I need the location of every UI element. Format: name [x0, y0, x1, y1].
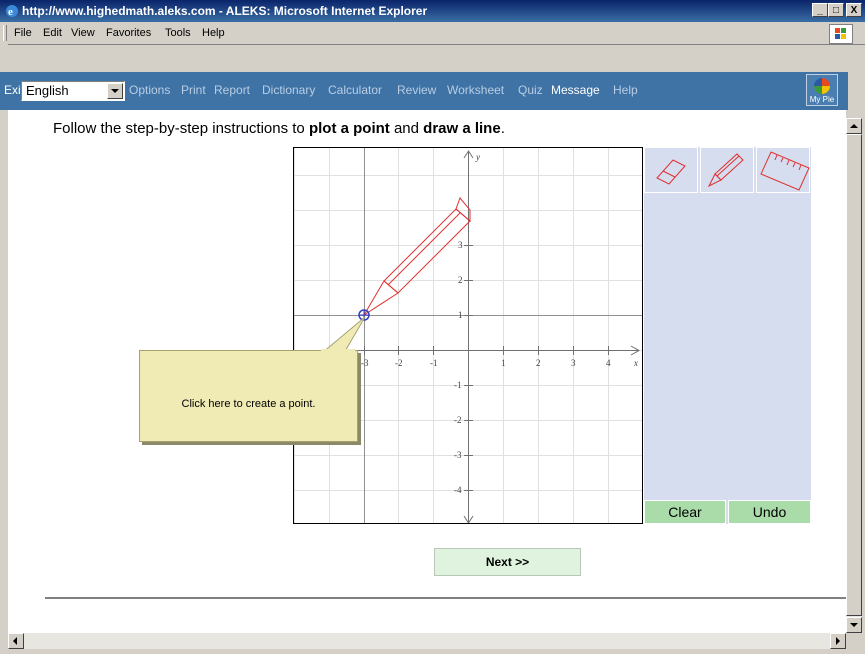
scroll-left-button[interactable] [8, 633, 24, 649]
print-link[interactable]: Print [181, 83, 206, 97]
callout-text: Click here to create a point. [181, 398, 316, 410]
minimize-button[interactable]: _ [812, 3, 828, 17]
my-pie-button[interactable]: My Pie [806, 74, 838, 106]
help-link[interactable]: Help [613, 83, 638, 97]
vertical-scrollbar[interactable] [846, 118, 862, 633]
menu-bar: File Edit View Favorites Tools Help [0, 22, 865, 45]
svg-text:e: e [8, 6, 13, 18]
ruler-icon [760, 151, 810, 191]
review-link[interactable]: Review [397, 83, 436, 97]
window-frame [0, 44, 8, 654]
hint-callout: Click here to create a point. [139, 350, 358, 442]
y-tick-label: 1 [458, 310, 463, 320]
horizontal-scrollbar[interactable] [8, 633, 846, 649]
dictionary-link[interactable]: Dictionary [262, 83, 315, 97]
x-tick-label: -2 [395, 358, 403, 368]
instruction-text: Follow the step-by-step instructions to … [53, 120, 505, 137]
scroll-thumb[interactable] [846, 134, 862, 616]
tool-panel: Clear Undo [644, 147, 811, 524]
divider [45, 597, 846, 599]
scroll-down-button[interactable] [846, 617, 862, 633]
my-pie-label: My Pie [809, 95, 835, 104]
menu-file[interactable]: File [14, 27, 32, 39]
menu-tools[interactable]: Tools [165, 27, 191, 39]
window-title: http://www.highedmath.aleks.com - ALEKS:… [22, 4, 428, 18]
pencil-tool-button[interactable] [700, 147, 754, 193]
calculator-link[interactable]: Calculator [328, 83, 382, 97]
options-link[interactable]: Options [129, 83, 170, 97]
instruction-draw-line: draw a line [423, 120, 501, 137]
message-link[interactable]: Message [551, 83, 600, 97]
x-axis-label: x [633, 358, 638, 368]
y-axis-label: y [475, 152, 480, 162]
x-tick-label: 1 [501, 358, 506, 368]
windows-logo-icon [829, 24, 853, 44]
scrollbar-corner [846, 633, 862, 649]
x-tick-label: 2 [536, 358, 541, 368]
next-button[interactable]: Next >> [434, 548, 581, 576]
x-tick-label: 3 [571, 358, 576, 368]
window-title-bar: e http://www.highedmath.aleks.com - ALEK… [0, 0, 865, 22]
ruler-tool-button[interactable] [756, 147, 810, 193]
callout-pointer-joint [321, 349, 355, 357]
menu-grip [3, 25, 7, 41]
scroll-up-button[interactable] [846, 118, 862, 134]
menu-edit[interactable]: Edit [43, 27, 62, 39]
instruction-middle: and [389, 120, 424, 137]
report-link[interactable]: Report [214, 83, 250, 97]
arrow-up-icon [850, 124, 858, 128]
maximize-button[interactable]: □ [828, 3, 844, 17]
language-select[interactable]: English [21, 81, 125, 101]
menu-view[interactable]: View [71, 27, 95, 39]
y-tick-label: 3 [458, 240, 463, 250]
content-area: Follow the step-by-step instructions to … [8, 110, 846, 633]
pencil-cursor-icon [363, 197, 471, 316]
arrow-left-icon [13, 637, 17, 645]
x-tick-label: 4 [606, 358, 611, 368]
clear-button[interactable]: Clear [644, 500, 726, 524]
aleks-toolbar: Exit English Options Print Report Dictio… [0, 72, 848, 110]
chevron-down-icon [111, 89, 119, 93]
scroll-right-button[interactable] [830, 633, 846, 649]
instruction-plot-point: plot a point [308, 120, 390, 137]
instruction-suffix: . [500, 120, 505, 137]
pie-chart-icon [814, 78, 830, 94]
close-button[interactable]: X [846, 3, 862, 17]
x-tick-label: -1 [430, 358, 438, 368]
y-tick-label: -2 [454, 415, 462, 425]
y-tick-label: 2 [458, 275, 463, 285]
pencil-icon [707, 153, 744, 188]
worksheet-link[interactable]: Worksheet [447, 83, 504, 97]
language-dropdown-button[interactable] [107, 83, 123, 99]
menu-favorites[interactable]: Favorites [106, 27, 151, 39]
quiz-link[interactable]: Quiz [518, 83, 543, 97]
y-tick-label: -4 [454, 485, 462, 495]
ie-icon: e [6, 5, 18, 18]
instruction-prefix: Follow the step-by-step instructions to [53, 120, 309, 137]
language-value: English [26, 83, 69, 98]
y-tick-label: -3 [454, 450, 462, 460]
arrow-down-icon [850, 623, 858, 627]
eraser-icon [656, 159, 686, 185]
x-tick-label: -3 [361, 358, 369, 368]
eraser-tool-button[interactable] [644, 147, 698, 193]
arrow-right-icon [836, 637, 840, 645]
y-tick-label: -1 [454, 380, 462, 390]
undo-button[interactable]: Undo [728, 500, 811, 524]
menu-help[interactable]: Help [202, 27, 225, 39]
